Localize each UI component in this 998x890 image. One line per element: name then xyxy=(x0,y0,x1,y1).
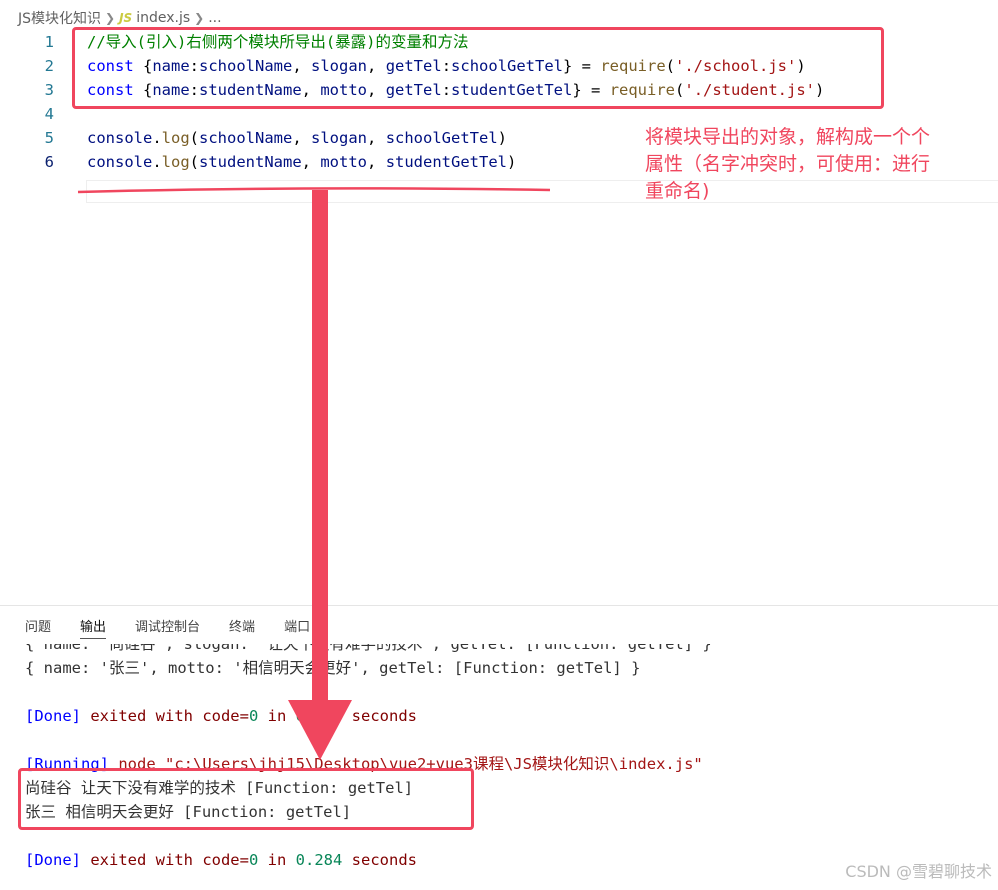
output-token: in xyxy=(258,707,296,725)
output-token: 0 xyxy=(248,707,259,725)
annotation-note-line: 将模块导出的对象，解构成一个个 xyxy=(645,126,931,148)
code-token: console xyxy=(87,153,153,171)
code-token: studentGetTel xyxy=(385,153,508,171)
chevron-right-icon: ❯ xyxy=(194,11,205,25)
watermark: CSDN @雪碧聊技术 xyxy=(845,862,992,881)
output-token: [Done] xyxy=(25,707,81,725)
code-token: schoolName xyxy=(199,129,293,147)
code-token: , xyxy=(367,153,386,171)
code-token: log xyxy=(161,129,190,147)
breadcrumb-more[interactable]: ... xyxy=(208,10,221,26)
tab-panel[interactable]: 端口 xyxy=(284,610,310,641)
tab-panel[interactable]: 输出 xyxy=(80,610,107,641)
code-token: motto xyxy=(320,153,368,171)
code-token: ) xyxy=(497,129,508,147)
output-token: [Done] xyxy=(25,851,81,869)
code-editor[interactable]: 1//导入(引入)右侧两个模块所导出(暴露)的变量和方法 2 const {name… xyxy=(0,30,998,605)
output-token: in xyxy=(258,851,296,869)
line-number: 6 xyxy=(44,153,54,171)
output-line: [Done] exited with code=0 in 0.284 secon… xyxy=(25,848,417,872)
output-line: [Done] exited with code=0 in 0.295 secon… xyxy=(25,704,417,728)
code-token: schoolGetTel xyxy=(385,129,498,147)
output-token: 0.295 xyxy=(295,707,343,725)
annotation-note-line: 属性（名字冲突时，可使用：进行 xyxy=(645,153,931,175)
code-token: . xyxy=(152,153,162,171)
code-token: slogan xyxy=(311,129,368,147)
chevron-right-icon: ❯ xyxy=(105,11,116,25)
output-token: seconds xyxy=(342,851,417,869)
line-number: 3 xyxy=(44,81,54,99)
output-token: { name: '尚硅谷', slogan: '让天下没有难学的技术', get… xyxy=(25,644,712,653)
tab-panel[interactable]: 终端 xyxy=(229,610,255,641)
code-token: , xyxy=(292,129,312,147)
breadcrumb-folder[interactable]: JS模块化知识 xyxy=(18,8,101,28)
code-token: console xyxy=(87,129,153,147)
output-token: 0.284 xyxy=(295,851,343,869)
code-token: ) xyxy=(507,153,517,171)
code-token: studentName xyxy=(199,153,302,171)
code-token: . xyxy=(152,129,162,147)
line-number: 2 xyxy=(44,57,54,75)
code-token: log xyxy=(161,153,190,171)
annotation-box-output xyxy=(18,768,474,830)
line-number: 1 xyxy=(44,33,54,51)
breadcrumb-file[interactable]: index.js xyxy=(136,10,190,26)
line-number: 5 xyxy=(44,129,54,147)
code-token: ( xyxy=(189,129,200,147)
output-token: seconds xyxy=(342,707,417,725)
output-line: { name: '张三', motto: '相信明天会更好', getTel: … xyxy=(25,656,640,680)
code-token: , xyxy=(301,153,321,171)
js-file-icon: JS xyxy=(119,11,133,25)
output-token: 0 xyxy=(248,851,259,869)
line-number: 4 xyxy=(44,105,54,123)
annotation-note: 将模块导出的对象，解构成一个个 属性（名字冲突时，可使用：进行 重命名) xyxy=(645,124,975,205)
output-token: exited with code= xyxy=(81,707,249,725)
output-panel[interactable]: { name: '尚硅谷', slogan: '让天下没有难学的技术', get… xyxy=(0,644,998,890)
tab-panel[interactable]: 调试控制台 xyxy=(135,610,200,641)
output-token: exited with code= xyxy=(81,851,249,869)
code-token: ( xyxy=(189,153,200,171)
code-token: , xyxy=(367,129,386,147)
annotation-note-line: 重命名) xyxy=(645,180,710,202)
output-line: { name: '尚硅谷', slogan: '让天下没有难学的技术', get… xyxy=(25,644,712,656)
annotation-box-imports xyxy=(72,27,884,109)
tab-panel[interactable]: 问题 xyxy=(25,610,51,641)
breadcrumb: JS模块化知识 ❯ JS index.js ❯ ... xyxy=(18,8,222,28)
output-token: { name: '张三', motto: '相信明天会更好', getTel: … xyxy=(25,659,641,677)
code-text: console.log(schoolName, slogan, schoolGe… xyxy=(87,126,507,150)
panel-tabs: 问题 输出 调试控制台 终端 端口 xyxy=(0,606,998,644)
code-text: console.log(studentName, motto, studentG… xyxy=(87,150,516,174)
